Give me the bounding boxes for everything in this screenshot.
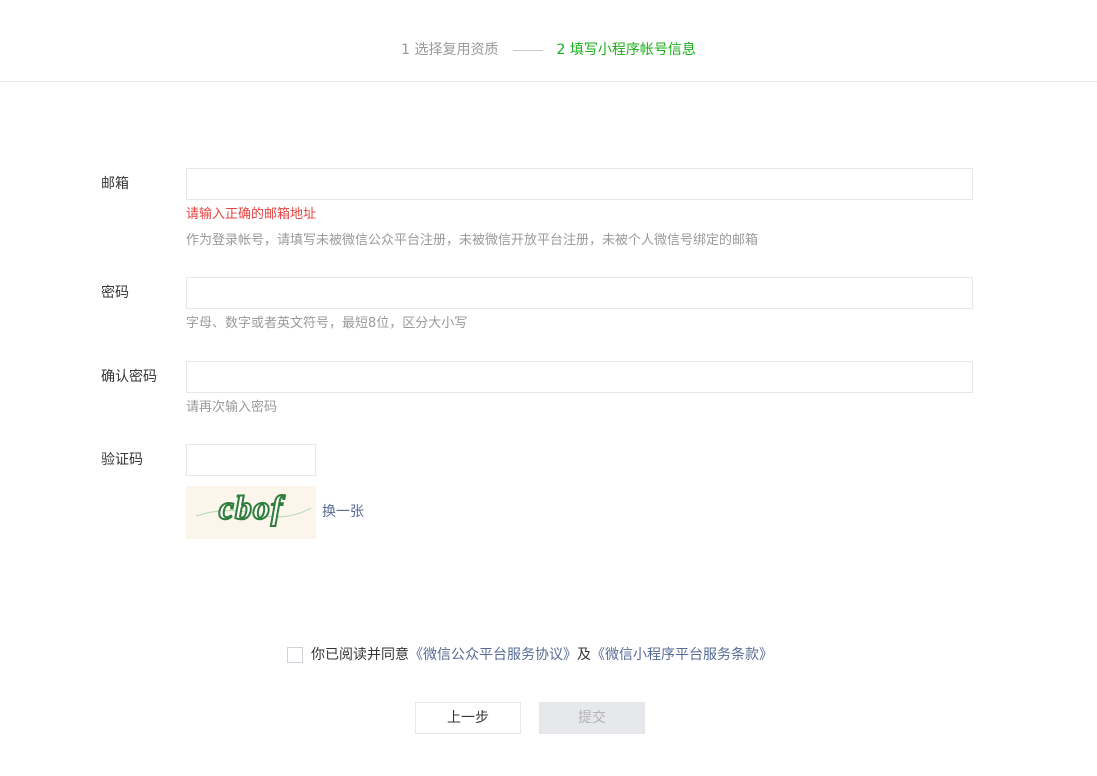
prev-step-button[interactable]: 上一步	[415, 702, 521, 734]
password-label: 密码	[101, 285, 129, 301]
miniprogram-terms-link[interactable]: 《微信小程序平台服务条款》	[591, 647, 773, 663]
captcha-input[interactable]	[186, 444, 316, 476]
email-tip: 作为登录帐号，请填写未被微信公众平台注册，未被微信开放平台注册，未被个人微信号绑…	[186, 233, 759, 248]
confirm-password-input[interactable]	[186, 361, 973, 393]
password-tip: 字母、数字或者英文符号，最短8位，区分大小写	[186, 316, 468, 331]
confirm-password-tip: 请再次输入密码	[186, 400, 278, 415]
email-error: 请输入正确的邮箱地址	[186, 207, 317, 222]
step-divider	[512, 49, 543, 51]
service-agreement-link[interactable]: 《微信公众平台服务协议》	[409, 647, 577, 663]
captcha-text: cbof	[219, 490, 286, 527]
captcha-image[interactable]: cbof	[186, 486, 316, 539]
agreement-text: 你已阅读并同意《微信公众平台服务协议》及《微信小程序平台服务条款》	[311, 646, 773, 664]
step-bar: 1 选择复用资质 2 填写小程序帐号信息	[0, 0, 1097, 82]
captcha-label: 验证码	[101, 452, 143, 468]
agreement-conjunction: 及	[577, 647, 591, 663]
agreement-checkbox[interactable]	[287, 647, 303, 663]
agreement-prefix: 你已阅读并同意	[311, 647, 409, 663]
step-indicator: 1 选择复用资质 2 填写小程序帐号信息	[0, 40, 1097, 60]
submit-button[interactable]: 提交	[539, 702, 645, 734]
confirm-password-label: 确认密码	[101, 369, 157, 385]
step-1: 1 选择复用资质	[401, 42, 499, 58]
step-2: 2 填写小程序帐号信息	[556, 42, 696, 58]
email-input[interactable]	[186, 168, 973, 200]
email-label: 邮箱	[101, 176, 129, 192]
password-input[interactable]	[186, 277, 973, 309]
captcha-graphic: cbof	[195, 489, 312, 528]
refresh-captcha-link[interactable]: 换一张	[322, 503, 364, 521]
